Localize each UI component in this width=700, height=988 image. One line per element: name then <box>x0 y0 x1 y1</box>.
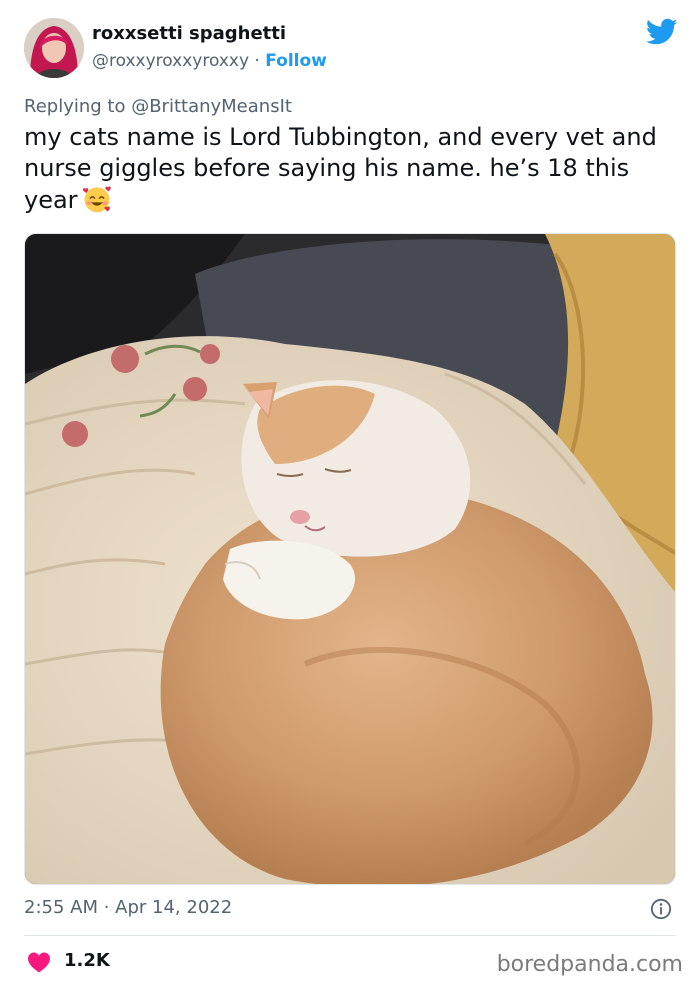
author-handle[interactable]: @roxxyroxxyroxxy <box>92 51 249 71</box>
action-divider <box>24 935 676 936</box>
handle-separator: · <box>249 51 266 71</box>
avatar[interactable] <box>24 18 84 78</box>
heart-icon[interactable] <box>27 951 51 973</box>
boredpanda-watermark: boredpanda.com <box>496 952 683 977</box>
follow-button[interactable]: Follow <box>265 51 327 71</box>
twitter-bird-icon[interactable] <box>646 18 678 46</box>
tweet-text: my cats name is Lord Tubbington, and eve… <box>24 123 657 214</box>
author-display-name[interactable]: roxxsetti spaghetti <box>92 23 286 44</box>
tweet-body: my cats name is Lord Tubbington, and eve… <box>24 122 684 216</box>
info-icon[interactable] <box>650 898 672 920</box>
tweet-photo[interactable] <box>24 233 676 885</box>
author-handle-row: @roxxyroxxyroxxy · Follow <box>92 51 327 71</box>
tweet-card: roxxsetti spaghetti @roxxyroxxyroxxy · F… <box>0 0 700 988</box>
smiling-face-with-hearts-icon <box>82 186 111 213</box>
tweet-timestamp[interactable]: 2:55 AM · Apr 14, 2022 <box>24 897 232 918</box>
like-count[interactable]: 1.2K <box>64 950 110 971</box>
sleeping-cat-photo <box>25 234 675 884</box>
replying-to-line[interactable]: Replying to @BrittanyMeansIt <box>24 96 292 117</box>
